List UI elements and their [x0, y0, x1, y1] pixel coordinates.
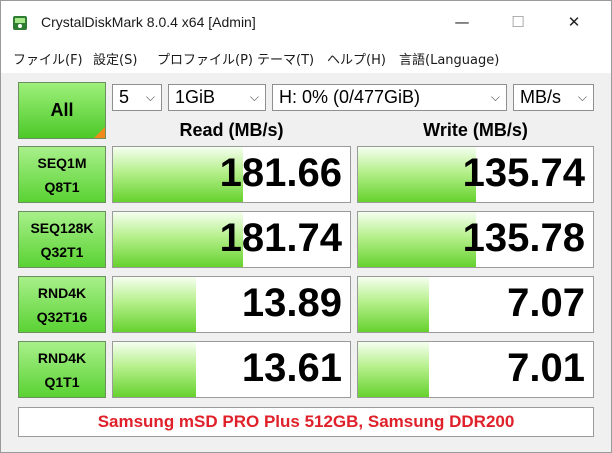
- test-size-value: 1GiB: [175, 87, 216, 107]
- read-result-value: 181.74: [219, 216, 342, 260]
- read-result-value: 13.61: [241, 346, 342, 390]
- read-result-value: 13.89: [241, 281, 342, 325]
- menu-settings[interactable]: 設定(S): [93, 49, 137, 68]
- write-result-value: 7.01: [507, 346, 585, 390]
- row-label-line1: SEQ128K: [30, 219, 94, 236]
- app-disk-icon: [13, 16, 27, 30]
- read-result-cell: 13.89: [112, 276, 351, 333]
- write-result-bar: [358, 212, 476, 267]
- row-label-line1: RND4K: [37, 284, 87, 301]
- write-result-cell: 135.74: [357, 146, 594, 203]
- row-label-line2: Q32T16: [36, 308, 88, 325]
- minimize-button[interactable]: —: [434, 1, 490, 43]
- maximize-button[interactable]: ☐: [490, 1, 546, 43]
- read-header: Read (MB/s): [179, 120, 284, 140]
- drive-value: H: 0% (0/477GiB): [279, 87, 421, 107]
- read-result-cell: 13.61: [112, 341, 351, 398]
- chevron-down-icon: ⌵: [577, 90, 587, 104]
- menu-file[interactable]: ファイル(F): [13, 49, 83, 68]
- comment-field[interactable]: Samsung mSD PRO Plus 512GB, Samsung DDR2…: [18, 407, 594, 437]
- seq1m-q8t1-button[interactable]: SEQ1M Q8T1: [18, 146, 106, 203]
- menu-theme[interactable]: テーマ(T): [257, 49, 314, 68]
- menu-help[interactable]: ヘルプ(H): [327, 49, 386, 68]
- test-count-select[interactable]: 5 ⌵: [112, 84, 162, 111]
- row-label-line2: Q8T1: [44, 178, 80, 195]
- rnd4k-q32t16-button[interactable]: RND4K Q32T16: [18, 276, 106, 333]
- title-bar: CrystalDiskMark 8.0.4 x64 [Admin] — ☐ ✕: [1, 1, 611, 43]
- all-button-label: All: [50, 100, 74, 120]
- read-result-bar: [113, 277, 196, 332]
- app-window: CrystalDiskMark 8.0.4 x64 [Admin] — ☐ ✕ …: [0, 0, 612, 453]
- rnd4k-q1t1-button[interactable]: RND4K Q1T1: [18, 341, 106, 398]
- chevron-down-icon: ⌵: [490, 90, 500, 104]
- write-result-cell: 135.78: [357, 211, 594, 268]
- read-result-value: 181.66: [219, 151, 342, 195]
- all-button[interactable]: All: [18, 82, 106, 139]
- window-title: CrystalDiskMark 8.0.4 x64 [Admin]: [41, 14, 256, 30]
- menu-language[interactable]: 言語(Language): [399, 49, 499, 68]
- row-label-line1: RND4K: [37, 349, 87, 366]
- close-button[interactable]: ✕: [546, 1, 602, 43]
- menu-bar: ファイル(F) 設定(S) プロファイル(P) テーマ(T) ヘルプ(H) 言語…: [1, 43, 611, 73]
- unit-value: MB/s: [520, 87, 562, 107]
- drive-select[interactable]: H: 0% (0/477GiB) ⌵: [272, 84, 507, 111]
- write-result-value: 135.74: [462, 151, 585, 195]
- test-size-select[interactable]: 1GiB ⌵: [168, 84, 266, 111]
- menu-profile[interactable]: プロファイル(P): [157, 49, 253, 68]
- test-count-value: 5: [119, 87, 130, 107]
- corner-marker-icon: [94, 127, 105, 138]
- read-result-cell: 181.74: [112, 211, 351, 268]
- write-header: Write (MB/s): [423, 120, 528, 140]
- write-result-value: 7.07: [507, 281, 585, 325]
- row-label-line1: SEQ1M: [37, 154, 87, 171]
- row-label-line2: Q32T1: [40, 243, 84, 260]
- read-result-bar: [113, 342, 196, 397]
- write-result-bar: [358, 342, 429, 397]
- seq128k-q32t1-button[interactable]: SEQ128K Q32T1: [18, 211, 106, 268]
- write-result-bar: [358, 277, 429, 332]
- read-result-cell: 181.66: [112, 146, 351, 203]
- write-result-bar: [358, 147, 476, 202]
- chevron-down-icon: ⌵: [249, 90, 259, 104]
- row-label-line2: Q1T1: [44, 373, 80, 390]
- write-result-cell: 7.07: [357, 276, 594, 333]
- chevron-down-icon: ⌵: [145, 90, 155, 104]
- unit-select[interactable]: MB/s ⌵: [513, 84, 594, 111]
- write-result-value: 135.78: [462, 216, 585, 260]
- write-result-cell: 7.01: [357, 341, 594, 398]
